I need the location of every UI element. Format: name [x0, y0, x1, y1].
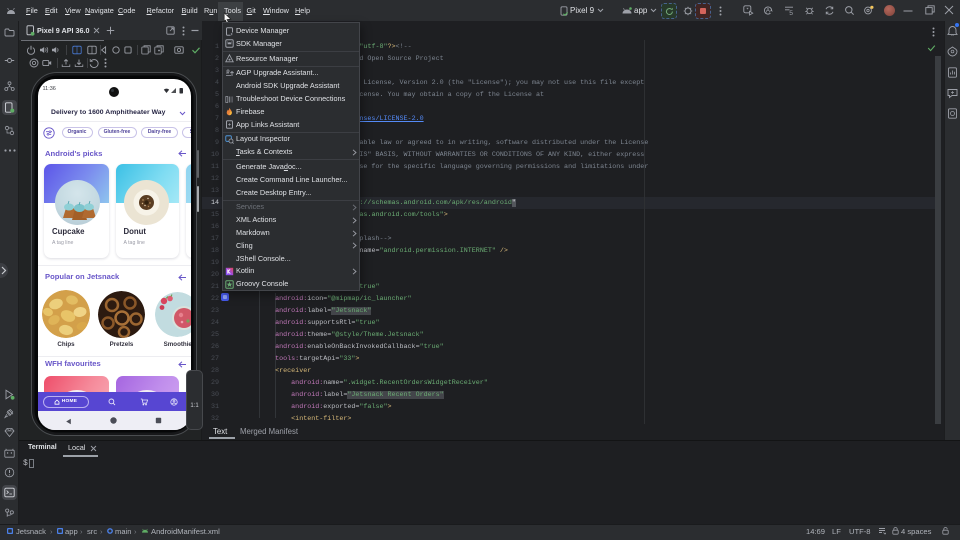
svg-text:A: A [766, 8, 771, 15]
svg-text:5: 5 [789, 10, 793, 16]
